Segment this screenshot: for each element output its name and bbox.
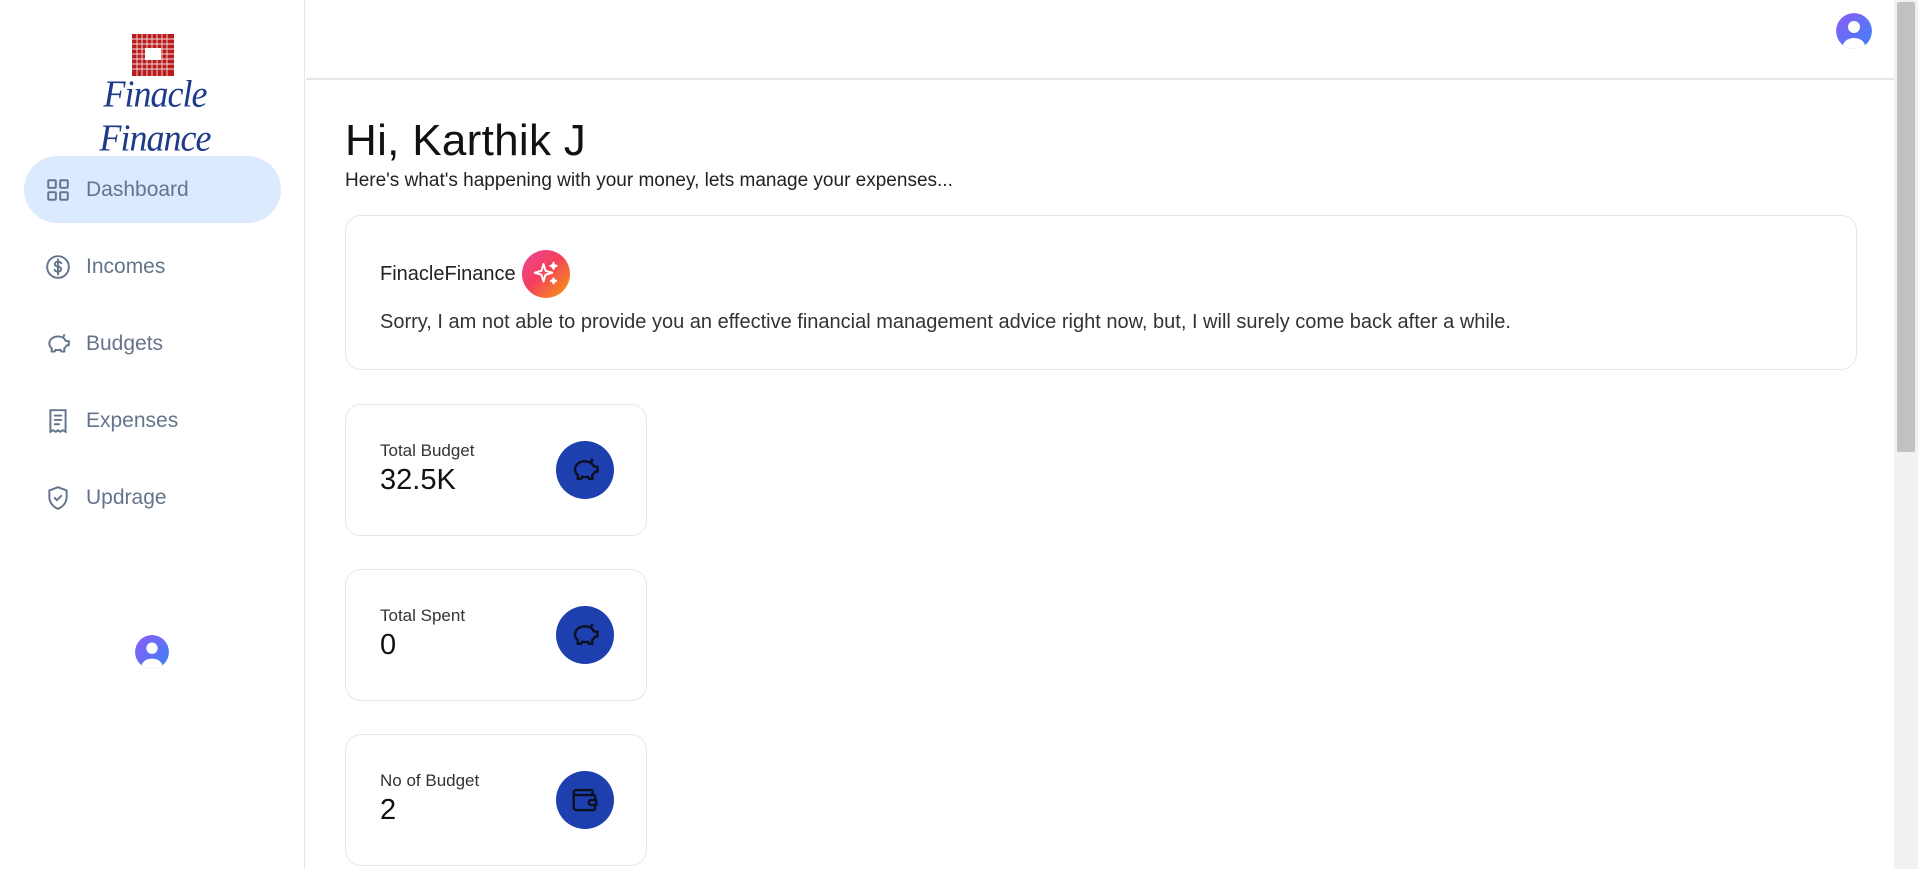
ai-card-title: FinacleFinance	[380, 262, 516, 285]
sidebar-item-dashboard[interactable]: Dashboard	[24, 156, 281, 223]
sidebar-item-label: Budgets	[86, 331, 164, 355]
total-budget-card: Total Budget 32.5K	[345, 404, 647, 536]
page-title: Hi, Karthik J	[345, 116, 587, 165]
stat-label: No of Budget	[380, 771, 480, 790]
piggy-bank-icon	[556, 441, 614, 499]
wallet-icon	[556, 771, 614, 829]
sidebar: Finacle Finance Dashboard Incomes Budget…	[0, 0, 305, 869]
sidebar-nav: Dashboard Incomes Budgets Expenses Updra…	[24, 156, 281, 541]
stat-label: Total Budget	[380, 441, 475, 460]
sparkles-icon	[521, 250, 570, 298]
stat-value: 32.5K	[380, 464, 456, 496]
sidebar-item-label: Dashboard	[86, 177, 189, 201]
page-subtitle: Here's what's happening with your money,…	[345, 170, 953, 191]
sidebar-item-expenses[interactable]: Expenses	[24, 387, 281, 454]
ai-advice-card: FinacleFinance Sorry, I am not able to p…	[345, 215, 1857, 370]
stat-label: Total Spent	[380, 606, 466, 625]
brand-name: Finacle Finance	[99, 72, 212, 160]
shield-check-icon	[44, 484, 72, 512]
sidebar-item-label: Updrage	[86, 485, 167, 509]
sidebar-item-updrage[interactable]: Updrage	[24, 464, 281, 531]
stat-value: 0	[380, 629, 397, 661]
sidebar-item-label: Expenses	[86, 408, 179, 432]
scrollbar-thumb[interactable]	[1897, 2, 1915, 452]
receipt-icon	[44, 407, 72, 435]
piggy-bank-icon	[556, 606, 614, 664]
budget-count-card: No of Budget 2	[345, 734, 647, 866]
piggy-bank-icon	[44, 330, 72, 358]
total-spent-card: Total Spent 0	[345, 569, 647, 701]
stat-value: 2	[380, 794, 397, 826]
sidebar-item-label: Incomes	[86, 254, 166, 278]
topbar	[306, 0, 1894, 80]
sidebar-item-incomes[interactable]: Incomes	[24, 233, 281, 300]
brand-logo[interactable]: Finacle Finance	[60, 32, 250, 159]
user-avatar-icon[interactable]	[135, 635, 169, 669]
ai-card-header: FinacleFinance	[380, 250, 570, 298]
dollar-circle-icon	[44, 253, 72, 281]
brand-mark-icon	[132, 34, 174, 76]
page-scrollbar[interactable]	[1894, 0, 1918, 869]
sidebar-item-budgets[interactable]: Budgets	[24, 310, 281, 377]
grid-icon	[44, 176, 72, 204]
ai-card-message: Sorry, I am not able to provide you an e…	[380, 311, 1511, 333]
user-avatar-icon[interactable]	[1836, 13, 1872, 49]
